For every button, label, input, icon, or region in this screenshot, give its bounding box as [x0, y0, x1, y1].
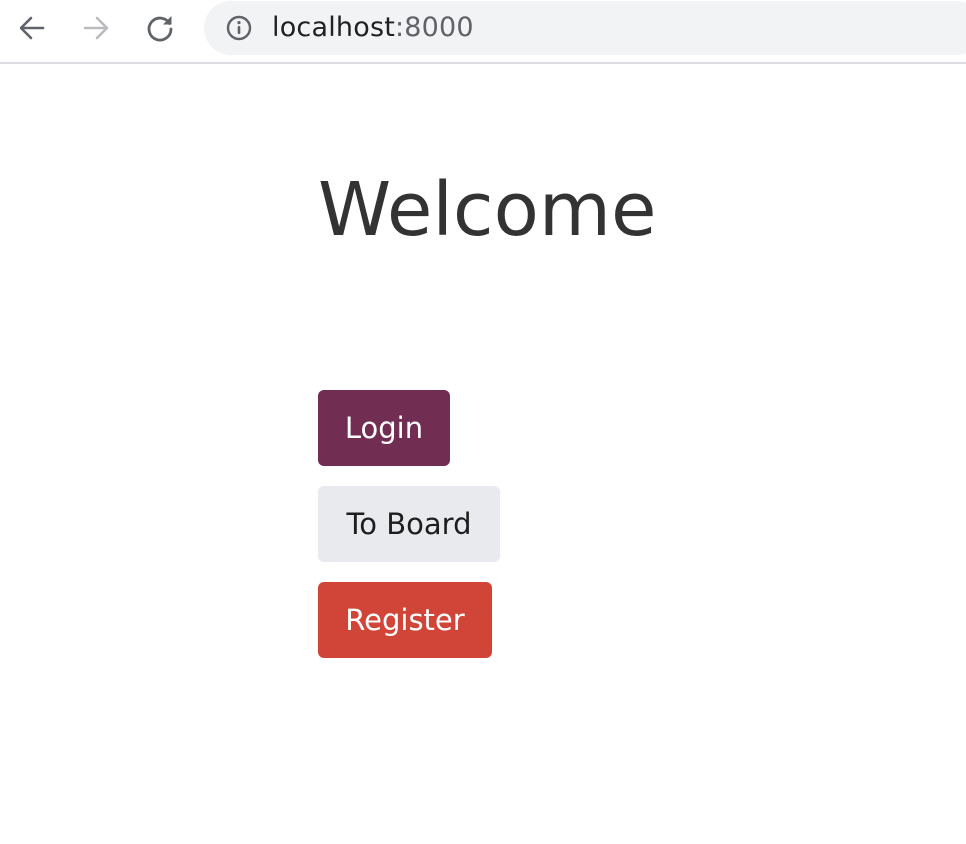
login-button[interactable]: Login: [318, 390, 450, 466]
to-board-button[interactable]: To Board: [318, 486, 500, 562]
back-button[interactable]: [12, 8, 52, 48]
forward-button[interactable]: [76, 8, 116, 48]
register-button[interactable]: Register: [318, 582, 492, 658]
page-title: Welcome: [318, 167, 657, 253]
reload-button[interactable]: [140, 8, 180, 48]
address-bar[interactable]: localhost:8000: [204, 1, 966, 55]
browser-toolbar: localhost:8000: [0, 0, 966, 64]
url-text[interactable]: localhost:8000: [272, 1, 474, 55]
arrow-left-icon: [19, 16, 45, 40]
url-host: localhost: [272, 12, 395, 43]
arrow-right-icon: [83, 16, 109, 40]
reload-icon: [147, 16, 173, 42]
info-circle-icon[interactable]: [226, 15, 252, 41]
url-port: :8000: [395, 12, 474, 43]
